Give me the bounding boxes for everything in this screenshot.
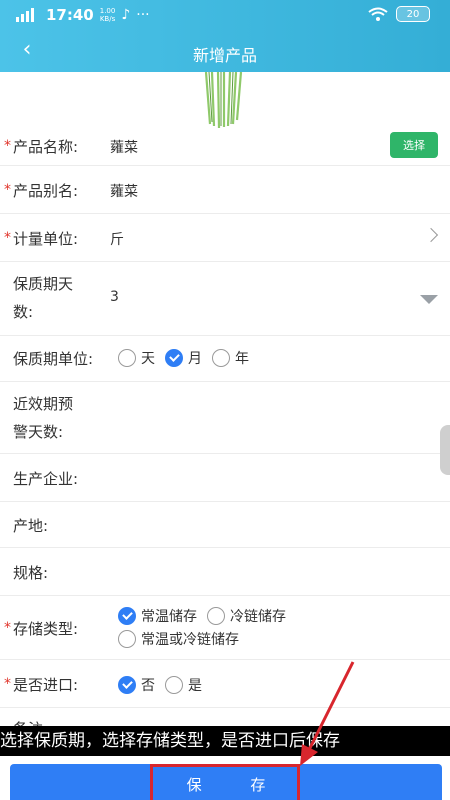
radio-checked-icon xyxy=(118,607,136,625)
expiry-warning-row[interactable]: 近效期预 警天数: xyxy=(0,382,450,454)
shelf-life-days-input[interactable]: 3 xyxy=(110,289,119,305)
storage-type-label: 存储类型: xyxy=(13,620,79,638)
annotation-highlight-box xyxy=(150,764,300,800)
video-caption: 选择保质期，选择存储类型，是否进口后保存 xyxy=(0,726,450,756)
required-mark: * xyxy=(4,676,11,692)
network-speed: 1.00 KB/s xyxy=(99,7,116,23)
shelf-life-unit-row: 保质期单位: 天 月 年 xyxy=(0,336,450,382)
status-bar: 17:40 1.00 KB/s ♪ ··· 20 xyxy=(0,0,450,32)
imported-radio-group: 否 是 xyxy=(118,675,212,695)
required-mark: * xyxy=(4,138,11,154)
expiry-warning-label: 近效期预 警天数: xyxy=(13,395,74,441)
radio-option-day[interactable]: 天 xyxy=(118,348,155,368)
shelf-life-days-row: 保质期天 数: 3 xyxy=(0,262,450,336)
dropdown-triangle-icon[interactable] xyxy=(420,295,438,304)
radio-unchecked-icon xyxy=(207,607,225,625)
manufacturer-label: 生产企业: xyxy=(13,470,79,488)
battery-level: 20 xyxy=(406,8,420,20)
origin-label: 产地: xyxy=(13,517,49,535)
tiktok-icon: ♪ xyxy=(121,7,131,23)
manufacturer-row[interactable]: 生产企业: xyxy=(0,454,450,502)
radio-checked-icon xyxy=(118,676,136,694)
radio-option-normal-temp[interactable]: 常温储存 xyxy=(118,606,197,626)
product-image xyxy=(204,72,243,129)
header-bar: ‹ 新增产品 xyxy=(0,32,450,72)
product-name-value[interactable]: 蕹菜 xyxy=(110,137,138,157)
required-mark: * xyxy=(4,230,11,246)
unit-row[interactable]: * 计量单位: 斤 xyxy=(0,214,450,262)
radio-option-year[interactable]: 年 xyxy=(212,348,249,368)
shelf-life-unit-radio-group: 天 月 年 xyxy=(118,348,259,368)
shelf-life-days-label: 保质期天 数: xyxy=(13,275,74,321)
radio-unchecked-icon xyxy=(165,676,183,694)
radio-option-month[interactable]: 月 xyxy=(165,348,202,368)
storage-type-radio-group-2: 常温或冷链储存 xyxy=(118,629,249,649)
origin-row[interactable]: 产地: xyxy=(0,502,450,548)
battery-icon: 20 xyxy=(396,6,430,22)
required-mark: * xyxy=(4,620,11,636)
signal-icon xyxy=(16,8,34,22)
unit-value[interactable]: 斤 xyxy=(110,229,124,249)
storage-type-row: * 存储类型: 常温储存 冷链储存 常温或冷链储存 xyxy=(0,596,450,660)
floating-side-handle[interactable] xyxy=(440,425,450,475)
spec-row[interactable]: 规格: xyxy=(0,548,450,596)
more-icon: ··· xyxy=(136,7,150,23)
product-name-row: * 产品名称: 蕹菜 选择 xyxy=(0,126,450,166)
radio-unchecked-icon xyxy=(212,349,230,367)
imported-row: * 是否进口: 否 是 xyxy=(0,660,450,708)
storage-type-radio-group: 常温储存 冷链储存 xyxy=(118,606,296,626)
wifi-icon xyxy=(368,7,388,21)
shelf-life-unit-label: 保质期单位: xyxy=(13,350,94,368)
radio-unchecked-icon xyxy=(118,630,136,648)
page-title: 新增产品 xyxy=(192,46,257,65)
radio-option-no[interactable]: 否 xyxy=(118,675,155,695)
radio-unchecked-icon xyxy=(118,349,136,367)
product-alias-label: 产品别名: xyxy=(13,182,79,200)
product-alias-row: * 产品别名: 蕹菜 xyxy=(0,166,450,214)
unit-label: 计量单位: xyxy=(13,230,79,248)
status-time: 17:40 xyxy=(46,6,94,24)
spec-label: 规格: xyxy=(13,564,49,582)
product-alias-input[interactable]: 蕹菜 xyxy=(110,181,138,201)
product-name-label: 产品名称: xyxy=(13,138,79,156)
radio-option-normal-or-cold[interactable]: 常温或冷链储存 xyxy=(118,629,239,649)
radio-option-cold-chain[interactable]: 冷链储存 xyxy=(207,606,286,626)
radio-option-yes[interactable]: 是 xyxy=(165,675,202,695)
chevron-right-icon[interactable] xyxy=(423,227,439,243)
required-mark: * xyxy=(4,182,11,198)
select-product-button[interactable]: 选择 xyxy=(390,132,438,158)
radio-checked-icon xyxy=(165,349,183,367)
imported-label: 是否进口: xyxy=(13,676,79,694)
